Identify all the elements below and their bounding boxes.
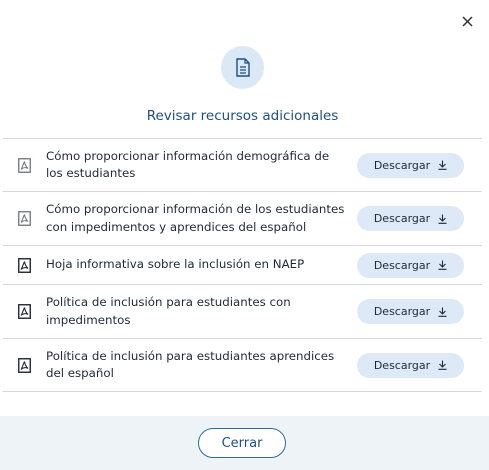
resource-list: Cómo proporcionar información demográfic… bbox=[3, 138, 482, 392]
resource-title: Hoja informativa sobre la inclusión en N… bbox=[46, 257, 305, 272]
download-icon bbox=[438, 214, 447, 224]
resource-row: Cómo proporcionar información de los est… bbox=[3, 192, 482, 246]
download-icon bbox=[438, 307, 447, 317]
resource-row: Hoja informativa sobre la inclusión en N… bbox=[3, 246, 482, 285]
resource-title: Política de inclusión para estudiantes c… bbox=[46, 295, 291, 327]
download-label: Descargar bbox=[373, 358, 431, 372]
close-icon[interactable] bbox=[458, 12, 476, 30]
pdf-icon bbox=[3, 211, 46, 226]
download-icon bbox=[438, 260, 447, 270]
resource-row: Política de inclusión para estudiantes c… bbox=[3, 285, 482, 339]
resource-row: Cómo proporcionar información demográfic… bbox=[3, 139, 482, 192]
download-icon bbox=[438, 160, 447, 170]
resource-title: Cómo proporcionar información demográfic… bbox=[46, 148, 330, 181]
download-button[interactable]: Descargar bbox=[357, 352, 464, 378]
download-label: Descargar bbox=[373, 305, 431, 318]
resource-title: Política de inclusión para estudiantes a… bbox=[46, 348, 335, 381]
pdf-icon bbox=[3, 157, 46, 173]
download-button[interactable]: Descargar bbox=[357, 206, 464, 231]
resource-title: Cómo proporcionar información de los est… bbox=[46, 202, 345, 234]
resources-dialog: Revisar recursos adicionales Cómo propor… bbox=[0, 0, 489, 470]
download-button[interactable]: Descargar bbox=[357, 252, 464, 278]
download-label: Descargar bbox=[373, 212, 431, 225]
resource-row: Política de inclusión para estudiantes a… bbox=[3, 339, 482, 392]
dialog-title: Revisar recursos adicionales bbox=[146, 108, 339, 124]
download-icon bbox=[438, 360, 447, 370]
download-button[interactable]: Descargar bbox=[357, 299, 464, 324]
pdf-icon bbox=[3, 257, 46, 273]
pdf-icon bbox=[3, 304, 46, 319]
download-label: Descargar bbox=[373, 258, 431, 272]
document-icon bbox=[221, 46, 264, 89]
download-label: Descargar bbox=[373, 158, 431, 172]
pdf-icon bbox=[3, 357, 46, 373]
close-button[interactable]: Cerrar bbox=[198, 428, 286, 458]
download-button[interactable]: Descargar bbox=[357, 152, 464, 178]
